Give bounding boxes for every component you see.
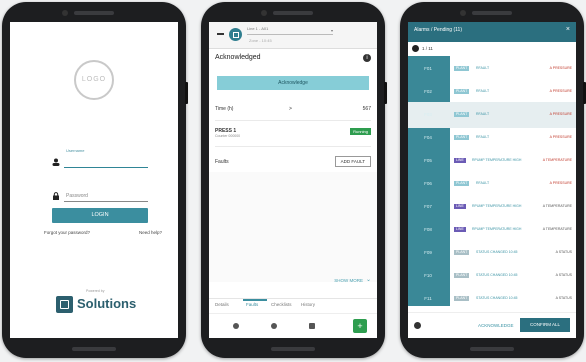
username-field[interactable]: Username (52, 148, 148, 168)
phone-acknowledged: Line 1 - A01 ▾ Zone - 10:45 Acknowledged… (201, 2, 387, 358)
fault-row[interactable]: F11 PLANT STATUS CHANGED 10:45 A STATUS (408, 286, 576, 312)
fault-tag: PLANT (454, 181, 470, 186)
machine-row: PRESS 1 Counter 000000 Running (215, 128, 371, 138)
avatar[interactable] (229, 28, 242, 41)
faults-screen: Alarms / Pending (11) × 1 / 11 F01 PLANT R… (408, 22, 576, 338)
ack-screen: Line 1 - A01 ▾ Zone - 10:45 Acknowledged… (209, 22, 377, 338)
fault-number: F11 (424, 296, 432, 301)
fault-number: F07 (424, 204, 432, 209)
fault-tag: PLANT (454, 89, 470, 94)
tab-details[interactable]: Details (215, 302, 229, 307)
fault-number: F01 (424, 66, 432, 71)
status-badge: Running (350, 128, 371, 135)
fault-value: A TEMPERATURE (542, 204, 572, 208)
close-icon[interactable]: × (566, 26, 570, 33)
help-icon[interactable] (412, 45, 419, 52)
fault-number: F08 (424, 227, 432, 232)
fault-message: RFAULT (476, 89, 490, 93)
tab-faults[interactable]: Faults (246, 302, 258, 307)
fault-message: RFAULT (476, 135, 490, 139)
fault-message: RFAULT (476, 181, 490, 185)
fault-message: RFAULT (476, 112, 490, 116)
fault-value: A TEMPERATURE (542, 227, 572, 231)
forgot-password-link[interactable]: Forgot your password? (44, 230, 90, 235)
fault-message: STATUS CHANGED 10:45 (476, 273, 518, 277)
filter-strip: 1 / 11 (408, 42, 576, 56)
fault-number: F06 (424, 181, 432, 186)
tab-history[interactable]: History (301, 302, 315, 307)
password-field[interactable]: Password (52, 182, 148, 202)
fault-tag: LINE (454, 158, 466, 163)
phone-faults: Alarms / Pending (11) × 1 / 11 F01 PLANT R… (400, 2, 586, 358)
fault-tag: PLANT (454, 250, 470, 255)
fault-message: STATUS CHANGED 10:45 (476, 250, 518, 254)
bottom-toolbar: + (209, 313, 377, 338)
page-title: Acknowledged (215, 54, 261, 61)
login-button[interactable]: LOGIN (52, 208, 148, 223)
top-bar: Line 1 - A01 ▾ Zone - 10:45 (209, 22, 377, 49)
fault-message: RPUMP TEMPERATURE HIGH (472, 158, 522, 162)
fault-tag: PLANT (454, 112, 470, 117)
fault-tag: LINE (454, 227, 466, 232)
shield-icon[interactable] (414, 322, 421, 329)
fault-number: F04 (424, 135, 432, 140)
fault-number: F02 (424, 89, 432, 94)
fault-value: A STATUS (555, 273, 572, 277)
fault-value: A PRESSURE (549, 181, 572, 185)
fault-number: F05 (424, 158, 432, 163)
fault-tag: PLANT (454, 135, 470, 140)
add-button[interactable]: + (353, 319, 367, 333)
fault-number: F09 (424, 250, 432, 255)
login-links: Forgot your password? Need help? (44, 230, 162, 235)
fault-tag: PLANT (454, 273, 470, 278)
show-more-link[interactable]: SHOW MORE (334, 278, 363, 283)
logo: LOGO (74, 60, 114, 100)
search-icon[interactable] (233, 323, 239, 329)
fault-value: A STATUS (555, 250, 572, 254)
fault-value: A TEMPERATURE (542, 158, 572, 162)
fault-number: F10 (424, 273, 432, 278)
line-select[interactable]: Line 1 - A01 ▾ (247, 26, 333, 35)
fault-value: A PRESSURE (549, 89, 572, 93)
list-icon[interactable] (309, 323, 315, 329)
brand-icon (56, 296, 73, 313)
fault-value: A PRESSURE (549, 112, 572, 116)
fault-message: RFAULT (476, 66, 490, 70)
fault-number: F03 (424, 112, 432, 117)
fault-value: A PRESSURE (549, 135, 572, 139)
fault-tag: LINE (454, 204, 466, 209)
fault-value: A STATUS (555, 296, 572, 300)
acknowledge-link[interactable]: ACKNOWLEDGE (478, 323, 514, 328)
fault-tag: PLANT (454, 66, 470, 71)
time-row: Time (h) > 567 (215, 106, 371, 112)
need-help-link[interactable]: Need help? (139, 230, 162, 235)
fault-message: RPUMP TEMPERATURE HIGH (472, 227, 522, 231)
brand-logo: Powered by Solutions (56, 289, 136, 316)
login-screen: LOGO Username Password LOGIN Forgot your… (10, 22, 178, 338)
fault-message: RPUMP TEMPERATURE HIGH (472, 204, 522, 208)
fault-tag: PLANT (454, 296, 470, 301)
info-icon[interactable]: i (363, 54, 371, 62)
lock-icon (53, 192, 59, 200)
fault-value: A PRESSURE (549, 66, 572, 70)
faults-footer: ACKNOWLEDGE CONFIRM ALL (408, 312, 576, 338)
phone-login: LOGO Username Password LOGIN Forgot your… (2, 2, 188, 358)
tab-bar: Details Faults Checklists History (209, 298, 377, 311)
chevron-down-icon: ▾ (330, 28, 333, 33)
add-fault-button[interactable]: ADD FAULT (334, 156, 371, 167)
confirm-all-button[interactable]: CONFIRM ALL (520, 318, 570, 332)
menu-icon[interactable] (217, 33, 224, 35)
settings-icon[interactable] (271, 323, 277, 329)
acknowledge-button[interactable]: Acknowledge (217, 76, 369, 90)
chevron-down-icon[interactable]: ⌄ (366, 276, 371, 283)
tab-checklists[interactable]: Checklists (271, 302, 292, 307)
fault-message: STATUS CHANGED 10:45 (476, 296, 518, 300)
user-icon (52, 158, 60, 166)
